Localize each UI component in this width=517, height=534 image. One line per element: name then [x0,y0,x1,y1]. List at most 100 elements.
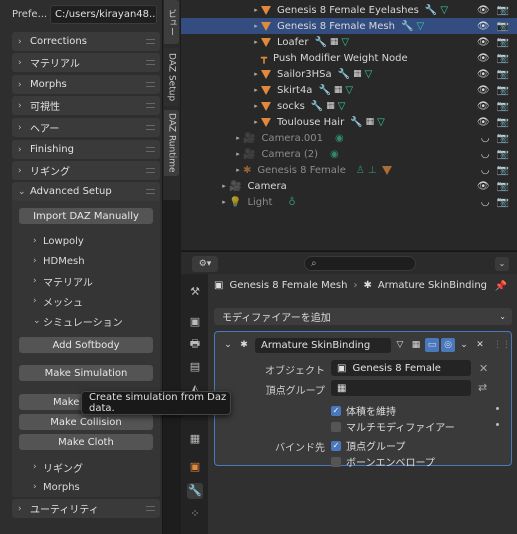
outliner-row[interactable]: ▸ Toulouse Hair 🔧 ▦ ▽ 👁 📷 [181,114,517,130]
tab-daz-setup[interactable]: DAZ Setup [164,48,179,106]
camera-render-icon[interactable]: 📷 [497,5,509,16]
vertex-group-field[interactable]: ▦ [331,380,471,396]
make-collision-button[interactable]: Make Collision [19,414,153,430]
eye-icon[interactable]: 👁 [477,85,490,96]
camera-render-icon[interactable]: 📷 [497,37,509,48]
camera-render-icon[interactable]: 📷 [497,197,509,208]
animate-dot-icon[interactable] [496,423,499,426]
preserve-volume-checkbox[interactable]: ✓ 体積を維持 [331,403,396,418]
camera-render-icon[interactable]: 📷 [497,165,509,176]
eye-icon[interactable]: 👁 [477,21,490,32]
object-field[interactable]: ▣ Genesis 8 Female [331,360,471,376]
outliner-row-selected[interactable]: ▸ Genesis 8 Female Mesh 🔧 ▽ 👁 📷 [181,18,517,34]
make-cloth-button[interactable]: Make Cloth [19,434,153,450]
outliner-row[interactable]: ▸ ✱ Genesis 8 Female ♙ ⊥ ◡ 📷 [181,162,517,178]
drag-grip-icon[interactable] [146,82,155,87]
expand-arrow-icon[interactable]: ▸ [251,38,261,46]
eye-icon[interactable]: 👁 [477,181,490,192]
outliner-row[interactable]: ▸ Genesis 8 Female Eyelashes 🔧 ▽ 👁 📷 [181,2,517,18]
vertex-triangle-icon[interactable]: ▽ [393,338,407,352]
outliner-row[interactable]: ┳ Push Modifier Weight Node 👁 📷 [181,50,517,66]
preferences-path-field[interactable]: C:/users/kirayan48.... ⌄ [50,4,157,24]
multi-modifier-checkbox[interactable]: マルチモディファイアー [331,419,455,434]
modifier-name-field[interactable]: Armature SkinBinding [255,337,391,353]
wrench-icon[interactable]: 🔧 [318,85,330,96]
outliner-row[interactable]: ▸ 🎥 Camera (2) ◉ ◡ 📷 [181,146,517,162]
render-display-icon[interactable]: ◎ [441,338,455,352]
tab-view[interactable]: ビュー [164,0,179,44]
wrench-icon[interactable]: 🔧 [425,5,437,16]
make-simulation-button[interactable]: Make Simulation [19,365,153,381]
camera-render-icon[interactable]: 📷 [497,117,509,128]
expand-arrow-icon[interactable]: ▸ [251,6,261,14]
camera-render-icon[interactable]: 📷 [497,53,509,64]
panel-materials[interactable]: › マテリアル [12,53,160,72]
edit-mode-icon[interactable]: ▦ [409,338,423,352]
eye-icon[interactable]: 👁 [477,101,490,112]
bind-bone-envelope-checkbox[interactable]: ボーンエンベロープ [331,454,435,469]
subpanel-morphs[interactable]: › Morphs [33,479,80,495]
subpanel-simulation[interactable]: ⌄ シミュレーション [33,313,123,329]
render-tab-icon[interactable]: ▣ [187,314,203,330]
eye-icon[interactable]: 👁 [477,69,490,80]
outliner-row[interactable]: ▸ Skirt4a 🔧 ▦ ▽ 👁 📷 [181,82,517,98]
expand-arrow-icon[interactable]: ▸ [251,22,261,30]
close-icon[interactable]: ✕ [473,338,487,352]
modifier-tab-icon[interactable]: 🔧 [187,483,203,499]
add-modifier-dropdown[interactable]: モディファイアーを追加 ⌄ [214,308,512,325]
panel-morphs[interactable]: › Morphs [12,75,160,94]
expand-arrow-icon[interactable]: ▸ [233,150,243,158]
expand-arrow-icon[interactable]: ▸ [233,166,243,174]
panel-hair[interactable]: › ヘアー [12,118,160,137]
panel-visibility[interactable]: › 可視性 [12,96,160,115]
expand-arrow-icon[interactable]: ▸ [251,102,261,110]
properties-search-input[interactable]: ⌕ [304,256,416,271]
outliner-row[interactable]: ▸ Sailor3HSa 🔧 ▦ ▽ 👁 📷 [181,66,517,82]
bind-vertex-group-checkbox[interactable]: ✓ 頂点グループ [331,438,405,453]
panel-advanced-setup[interactable]: ⌄ Advanced Setup [12,182,160,201]
panel-corrections[interactable]: › Corrections [12,32,160,51]
wrench-icon[interactable]: 🔧 [401,21,413,32]
wrench-icon[interactable]: 🔧 [338,69,350,80]
expand-arrow-icon[interactable]: ▸ [219,198,229,206]
drag-grip-icon[interactable] [146,189,155,194]
subpanel-mesh[interactable]: › メッシュ [33,293,83,309]
pin-icon[interactable]: 📌 [495,281,507,292]
editor-type-button[interactable]: ⚙▾ [192,256,218,272]
outliner-row[interactable]: ▸ Loafer 🔧 ▦ ▽ 👁 📷 [181,34,517,50]
wrench-icon[interactable]: 🔧 [350,117,362,128]
eye-closed-icon[interactable]: ◡ [481,165,490,176]
wrench-icon[interactable]: 🔧 [311,101,323,112]
expand-arrow-icon[interactable]: ▸ [233,134,243,142]
drag-grip-icon[interactable] [146,168,155,173]
options-chevron-button[interactable]: ⌄ [495,257,509,271]
camera-render-icon[interactable]: 📷 [497,69,509,80]
eye-icon[interactable]: 👁 [477,117,490,128]
add-softbody-button[interactable]: Add Softbody [19,337,153,353]
particles-tab-icon[interactable]: ⁘ [187,506,203,522]
outliner-row[interactable]: ▸ 💡 Light ♁ ◡ 📷 [181,194,517,210]
expand-arrow-icon[interactable]: ▸ [251,86,261,94]
camera-render-icon[interactable]: 📷 [497,21,509,32]
animate-dot-icon[interactable] [496,407,499,410]
drag-grip-icon[interactable]: ⋮⋮ [493,338,511,352]
clear-x-icon[interactable]: ✕ [479,362,488,375]
camera-render-icon[interactable]: 📷 [497,149,509,160]
camera-render-icon[interactable]: 📷 [497,181,509,192]
eye-icon[interactable]: 👁 [477,5,490,16]
eye-icon[interactable]: 👁 [477,37,490,48]
eye-closed-icon[interactable]: ◡ [481,197,490,208]
subpanel-lowpoly[interactable]: › Lowpoly [33,233,84,249]
drag-grip-icon[interactable] [146,147,155,152]
panel-finishing[interactable]: › Finishing [12,140,160,159]
eye-closed-icon[interactable]: ◡ [481,149,490,160]
outliner-row[interactable]: ▸ socks 🔧 ▦ ▽ 👁 📷 [181,98,517,114]
wrench-icon[interactable]: 🔧 [314,37,326,48]
drag-grip-icon[interactable] [146,125,155,130]
expand-arrow-icon[interactable]: ▸ [219,182,229,190]
drag-grip-icon[interactable] [146,103,155,108]
panel-utility[interactable]: › ユーティリティ [12,499,160,518]
collapse-chevron-icon[interactable]: ⌄ [221,338,235,352]
eye-closed-icon[interactable]: ◡ [481,133,490,144]
viewport-display-icon[interactable]: ▭ [425,338,439,352]
